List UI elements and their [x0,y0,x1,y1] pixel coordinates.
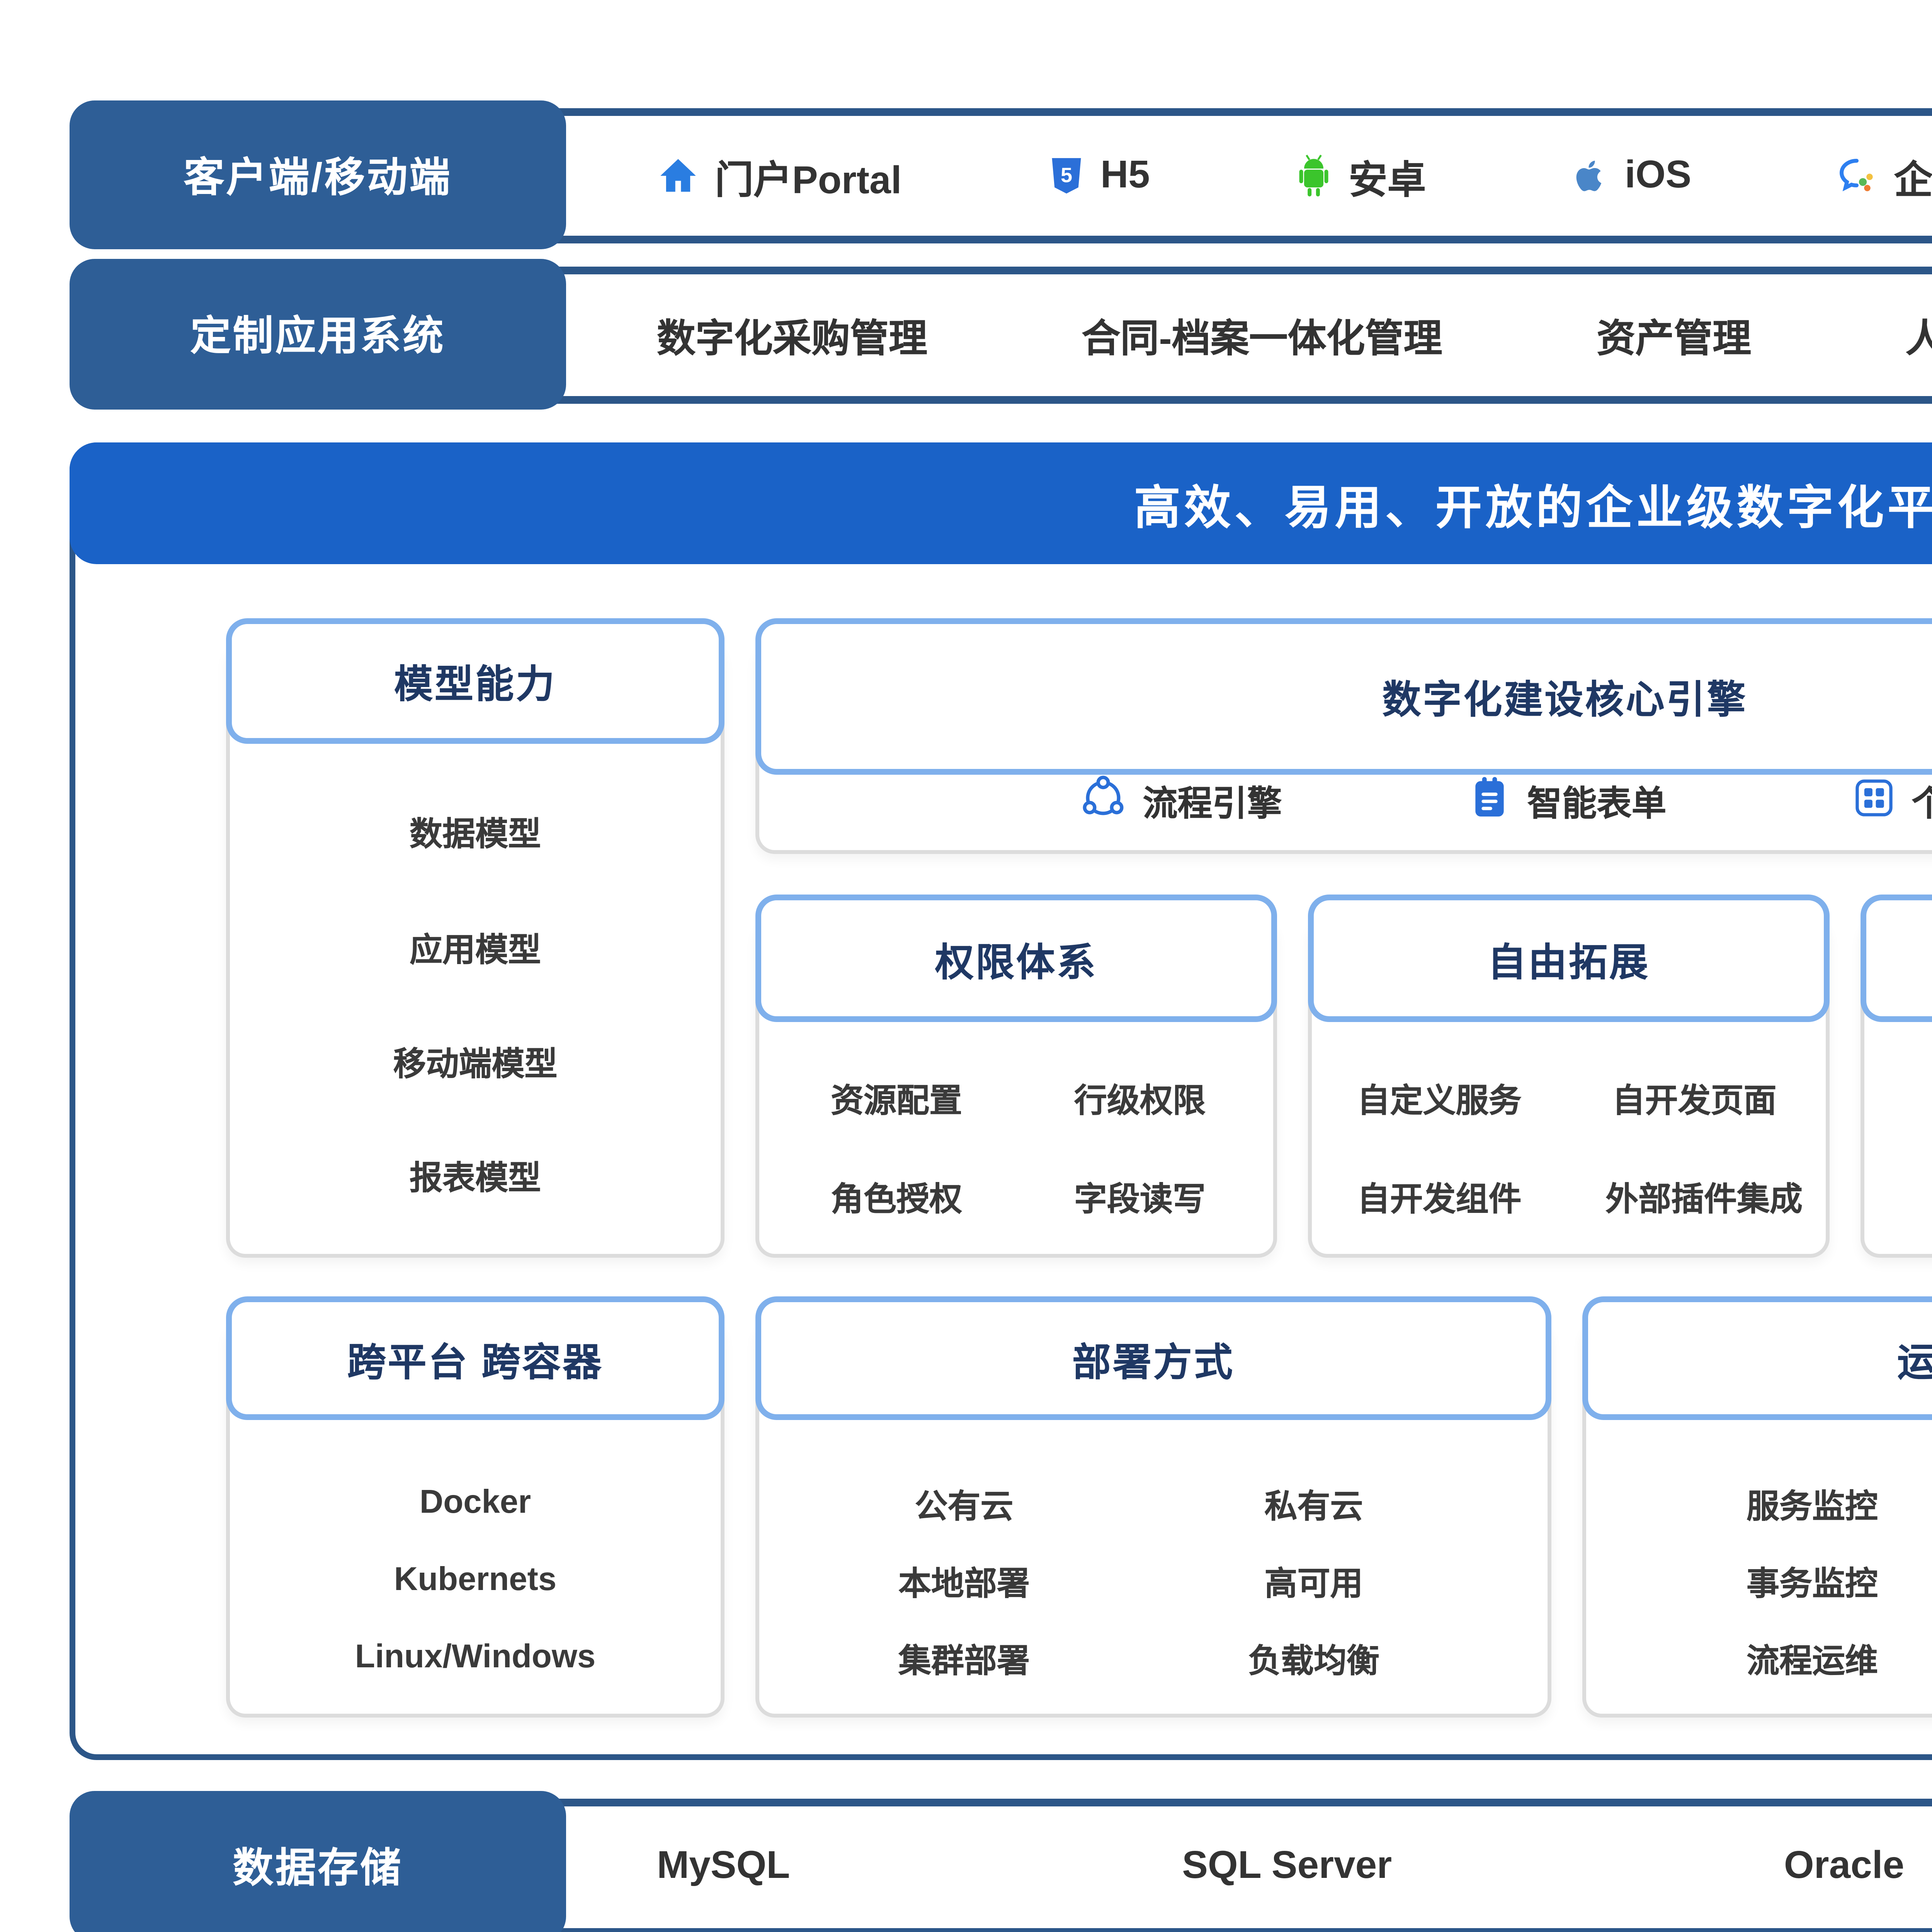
custom-view-icon [1852,776,1895,828]
section-title: 部署方式 [1072,1330,1235,1386]
custom-app-item: 合同-档案一体化管理 [1082,307,1442,363]
storage-item: MySQL [657,1845,790,1889]
html5-icon: 5 [1046,155,1085,197]
client-item-label: H5 [1100,154,1150,198]
platform-banner: 高效、易用、开放的企业级数字化平台 [70,442,1932,564]
scale-wrapper: 门户Portal 5 H5 安卓 iOS 企业微信 钉钉 [0,0,1932,1932]
client-item-wecom: 企业微信 [1836,148,1932,204]
custom-app-item: 人力资源管理 [1905,307,1932,363]
android-icon [1294,153,1333,199]
clients-items: 门户Portal 5 H5 安卓 iOS 企业微信 钉钉 [657,116,1932,236]
permission-item: 资源配置 [831,1073,962,1122]
client-item-label: 门户Portal [715,148,901,204]
wecom-icon [1836,155,1879,197]
client-item-label: 企业微信 [1894,148,1932,204]
client-item-portal: 门户Portal [657,148,901,204]
monitoring-item: 事务监控 [1747,1556,1878,1605]
section-title: 模型能力 [394,653,556,709]
monitoring-item: 服务监控 [1747,1479,1878,1527]
storage-items: MySQL SQL Server Oracle Redis 国产数据库 [657,1806,1932,1928]
section-title: 权限体系 [935,930,1097,986]
client-item-android: 安卓 [1294,148,1426,204]
deployment-item: 高可用 [1265,1556,1363,1605]
custom-apps-tab: 定制应用系统 [70,259,566,410]
flow-engine-icon [1079,774,1126,830]
custom-app-item: 资产管理 [1597,307,1751,363]
section-title: 数字化建设核心引擎 [1383,668,1748,724]
smart-form-icon [1468,774,1510,830]
permission-item: 角色授权 [831,1172,962,1220]
storage-item: Oracle [1784,1845,1904,1889]
deployment-item: 私有云 [1265,1479,1363,1527]
permission-section-header: 权限体系 [755,895,1277,1022]
deployment-section-header: 部署方式 [755,1296,1551,1420]
monitoring-item: 流程运维 [1747,1634,1878,1682]
model-item: 报表模型 [410,1151,541,1199]
platform-container: 高效、易用、开放的企业级数字化平台 模型能力 数据模型 应用模型 移动端模型 报… [70,442,1932,1760]
section-title: 自由拓展 [1488,930,1650,986]
engine-item-flow: 流程引擎 [1079,774,1282,830]
home-icon [657,155,699,197]
engine-item-view: 个性视图 [1852,776,1932,828]
extension-item: 自开发组件 [1357,1172,1522,1220]
client-item-h5: 5 H5 [1046,154,1150,198]
engine-section-header: 数字化建设核心引擎 [755,618,1932,775]
permission-item: 字段读写 [1074,1172,1206,1220]
extension-item: 自开发页面 [1612,1073,1777,1122]
custom-app-item: 数字化采购管理 [657,307,927,363]
section-title: 运维监控 [1897,1330,1932,1386]
extension-item: 外部插件集成 [1605,1172,1803,1220]
svg-text:5: 5 [1060,164,1071,187]
model-item: 数据模型 [410,807,541,855]
model-section-header: 模型能力 [226,618,724,744]
storage-item: SQL Server [1182,1845,1392,1889]
model-item: 应用模型 [410,923,541,971]
orchestration-section-header: 编排能力 [1861,895,1932,1022]
deployment-item: 本地部署 [898,1556,1030,1605]
cross-platform-item: Linux/Windows [355,1638,596,1677]
engine-item-label: 流程引擎 [1143,777,1282,827]
engine-items-row: 流程引擎 智能表单 个性视图 [755,757,1932,846]
engine-item-label: 智能表单 [1527,777,1667,827]
client-item-ios: iOS [1571,154,1691,198]
section-title: 跨平台 跨容器 [347,1330,604,1386]
cross-platform-section-header: 跨平台 跨容器 [226,1296,724,1420]
custom-apps-items: 数字化采购管理 合同-档案一体化管理 资产管理 人力资源管理 业务协同 项目管理… [657,274,1932,396]
deployment-item: 集群部署 [898,1634,1030,1682]
extension-item: 自定义服务 [1357,1073,1522,1122]
deployment-item: 负载均衡 [1248,1634,1379,1682]
cross-platform-item: Docker [420,1484,531,1522]
engine-item-form: 智能表单 [1468,774,1667,830]
permission-item: 行级权限 [1074,1073,1206,1122]
model-item: 移动端模型 [393,1037,558,1085]
engine-item-label: 个性视图 [1912,777,1932,827]
monitoring-section-header: 运维监控 [1582,1296,1932,1420]
storage-tab: 数据存储 [70,1791,566,1932]
cross-platform-item: Kubernets [394,1561,556,1600]
extension-section-header: 自由拓展 [1308,895,1830,1022]
client-item-label: iOS [1625,154,1691,198]
clients-tab: 客户端/移动端 [70,100,566,249]
apple-icon [1571,155,1609,197]
deployment-item: 公有云 [915,1479,1014,1527]
architecture-diagram: 门户Portal 5 H5 安卓 iOS 企业微信 钉钉 [0,0,1932,1932]
client-item-label: 安卓 [1349,148,1426,204]
